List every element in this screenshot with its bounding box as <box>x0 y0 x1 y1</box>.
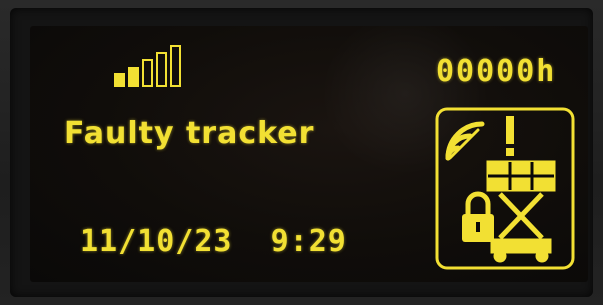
tracker-warning-lock-icon <box>435 107 575 270</box>
wireless-signal-icon <box>445 121 485 161</box>
warning-exclamation-icon <box>506 116 514 156</box>
date-time-readout: 11/10/23 9:29 <box>80 224 347 259</box>
lock-icon <box>462 191 494 242</box>
status-message: Faulty tracker <box>64 116 315 151</box>
signal-bars-icon <box>114 45 181 87</box>
hour-counter: 00000h <box>436 54 557 89</box>
oled-screen: 00000h Faulty tracker 11/10/23 9:29 <box>30 26 588 282</box>
time-value: 9:29 <box>270 224 347 259</box>
device-photo: 00000h Faulty tracker 11/10/23 9:29 <box>0 0 603 305</box>
tracker-panel-icon <box>486 160 556 263</box>
date-value: 11/10/23 <box>80 224 233 259</box>
